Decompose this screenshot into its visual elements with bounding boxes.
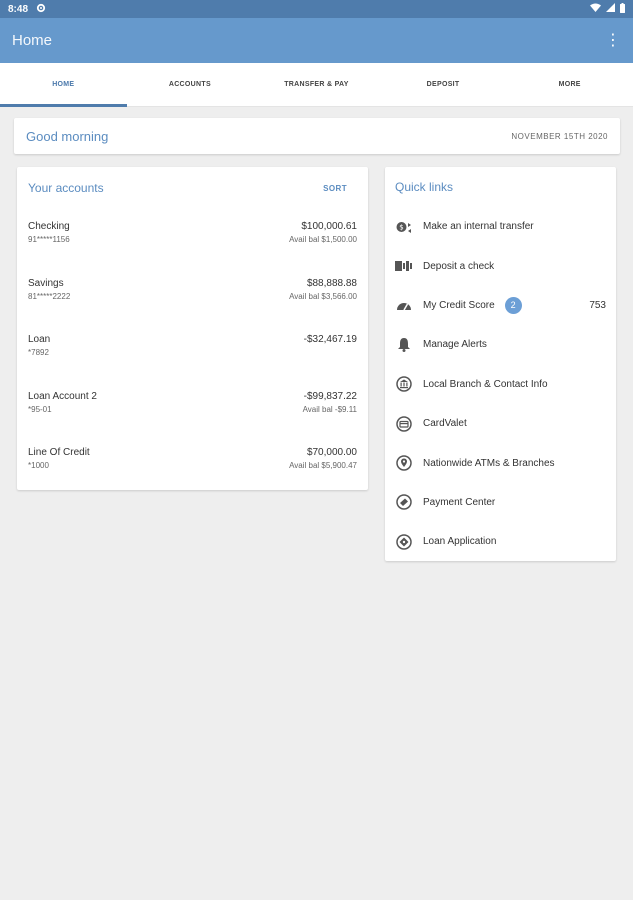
status-left: 8:48 [8,3,46,16]
account-amount: $70,000.00 [306,447,357,458]
account-right: -$32,467.19 [304,334,357,379]
payment-icon [395,493,413,511]
account-row-savings[interactable]: Savings 81*****2222 $88,888.88 Avail bal… [17,266,368,323]
quick-link-manage-alerts[interactable]: Manage Alerts [385,325,616,364]
account-right: $100,000.61 Avail bal $1,500.00 [289,221,357,266]
account-name: Savings [28,277,64,289]
tab-label: ACCOUNTS [168,81,211,88]
account-available-balance: Avail bal $3,566.00 [289,291,357,301]
account-row-checking[interactable]: Checking 91*****1156 $100,000.61 Avail b… [17,209,368,266]
accounts-card: Your accounts SORT Checking 91*****1156 … [17,167,368,490]
credit-score-value: 753 [589,299,606,311]
quick-link-payment-center[interactable]: Payment Center [385,483,616,522]
quick-link-deposit-check[interactable]: Deposit a check [385,246,616,285]
loan-icon [395,533,413,551]
location-pin-icon [395,454,413,472]
tab-label: MORE [558,81,581,88]
tab-home[interactable]: HOME [0,63,127,107]
status-time: 8:48 [8,3,29,15]
bank-icon [395,375,413,393]
tab-transfer-pay[interactable]: TRANSFER & PAY [253,63,380,106]
wifi-icon [590,3,601,15]
account-left: Line Of Credit *1000 [28,447,90,492]
account-number: 81*****2222 [28,291,71,301]
bell-icon [395,336,413,354]
quick-link-label: Local Branch & Contact Info [423,378,548,390]
quick-link-internal-transfer[interactable]: $ Make an internal transfer [385,207,616,246]
gauge-icon [395,296,413,314]
quick-link-local-branch[interactable]: Local Branch & Contact Info [385,365,616,404]
account-row-loan[interactable]: Loan *7892 -$32,467.19 [17,322,368,379]
account-left: Savings 81*****2222 [28,278,70,323]
battery-icon [620,2,625,16]
account-row-loan-account-2[interactable]: Loan Account 2 *95-01 -$99,837.22 Avail … [17,379,368,436]
quick-link-credit-score[interactable]: My Credit Score 2 753 [385,286,616,325]
quick-link-label: CardValet [423,418,467,430]
tab-more[interactable]: MORE [506,63,633,106]
account-name: Checking [28,221,70,232]
account-name: Loan Account 2 [28,390,97,402]
account-left: Checking 91*****1156 [28,221,70,266]
quick-links-card: Quick links $ Make an internal transfer … [385,167,616,561]
svg-text:$: $ [399,223,403,231]
greeting-card: Good morning NOVEMBER 15TH 2020 [14,118,620,154]
app-bar: Home ⋮ [0,18,633,63]
sort-button[interactable]: SORT [313,180,357,197]
signal-icon [606,3,615,15]
account-right: $88,888.88 Avail bal $3,566.00 [289,278,357,323]
accounts-title: Your accounts [28,181,104,195]
quick-links-header: Quick links [385,167,616,207]
quick-link-label: Payment Center [423,496,496,508]
quick-link-label: Manage Alerts [423,339,487,351]
quick-link-loan-application[interactable]: Loan Application [385,522,616,561]
account-available-balance: Avail bal -$9.11 [302,404,357,414]
tab-label: DEPOSIT [426,81,460,88]
account-available-balance: Avail bal $5,900.47 [289,461,357,470]
account-right: -$99,837.22 Avail bal -$9.11 [303,391,357,436]
account-amount: $100,000.61 [301,221,357,232]
quick-link-atms-branches[interactable]: Nationwide ATMs & Branches [385,443,616,482]
quick-link-label: Make an internal transfer [423,221,534,233]
quick-link-label: My Credit Score 2 [423,296,589,314]
accounts-header: Your accounts SORT [17,167,368,209]
credit-score-label: My Credit Score [423,299,495,311]
account-amount: -$32,467.19 [303,334,357,345]
tab-label: TRANSFER & PAY [284,81,349,88]
account-number: *7892 [28,348,49,357]
account-name: Line Of Credit [28,447,90,458]
quick-links-title: Quick links [395,180,454,194]
account-right: $70,000.00 Avail bal $5,900.47 [289,447,357,492]
tab-bar: HOME ACCOUNTS TRANSFER & PAY DEPOSIT MOR… [0,63,633,107]
check-deposit-icon [395,257,413,275]
account-available-balance: Avail bal $1,500.00 [289,235,357,244]
settings-gear-icon [36,3,46,16]
transfer-icon: $ [395,218,413,236]
tab-deposit[interactable]: DEPOSIT [380,63,507,106]
account-number: *1000 [28,461,49,470]
quick-link-label: Deposit a check [423,260,495,272]
account-number: 91*****1156 [28,235,70,244]
account-left: Loan *7892 [28,334,50,379]
status-right [590,2,625,16]
account-amount: -$99,837.22 [303,390,357,402]
credit-score-badge: 2 [504,296,522,314]
account-left: Loan Account 2 *95-01 [28,391,97,436]
tab-label: HOME [52,81,75,88]
greeting-date: NOVEMBER 15TH 2020 [511,131,608,141]
quick-link-cardvalet[interactable]: CardValet [385,404,616,443]
greeting-text: Good morning [26,128,109,144]
quick-link-label: Loan Application [423,536,497,548]
overflow-menu-icon[interactable]: ⋮ [605,32,621,49]
account-number: *95-01 [28,404,52,414]
account-amount: $88,888.88 [306,277,357,289]
status-bar: 8:48 [0,0,633,18]
card-icon [395,415,413,433]
account-row-line-of-credit[interactable]: Line Of Credit *1000 $70,000.00 Avail ba… [17,435,368,492]
account-name: Loan [28,334,51,345]
quick-link-label: Nationwide ATMs & Branches [423,457,555,469]
page-title: Home [12,32,53,49]
tab-accounts[interactable]: ACCOUNTS [127,63,254,106]
